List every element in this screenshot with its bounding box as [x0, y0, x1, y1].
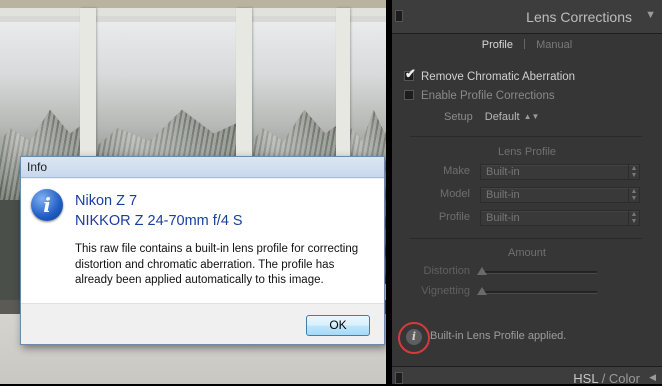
setup-label: Setup	[444, 111, 473, 123]
tab-separator	[524, 39, 526, 49]
profile-field: Profile Built-in ▲ ▼	[392, 210, 662, 226]
profile-dropdown[interactable]: Built-in ▲ ▼	[480, 210, 640, 226]
make-field: Make Built-in ▲ ▼	[392, 164, 662, 180]
vignetting-slider-thumb[interactable]	[477, 287, 487, 295]
profile-status: i Built-in Lens Profile applied.	[392, 318, 662, 358]
section-divider	[410, 238, 642, 239]
remove-ca-label: Remove Chromatic Aberration	[421, 71, 576, 83]
model-field: Model Built-in ▲ ▼	[392, 187, 662, 203]
setup-value: Default	[484, 111, 520, 123]
vignetting-slider-row: Vignetting	[392, 285, 662, 299]
lens-corrections-panel: Lens Corrections ▼ Profile Manual ✔ Remov…	[392, 0, 662, 386]
panel-title: Lens Corrections	[526, 9, 632, 25]
distortion-slider-thumb[interactable]	[477, 267, 487, 275]
enable-profile-row[interactable]: Enable Profile Corrections	[404, 89, 555, 103]
panel-toggle-switch[interactable]	[395, 372, 403, 384]
updown-arrow-icon: ▲▼	[628, 211, 639, 225]
remove-ca-checkbox[interactable]: ✔	[404, 67, 416, 81]
tab-profile[interactable]: Profile	[482, 39, 513, 51]
camera-name: Nikon Z 7	[75, 193, 138, 209]
updown-arrow-icon: ▲▼	[523, 112, 540, 121]
updown-arrow-icon: ▲▼	[628, 165, 639, 179]
info-icon: i	[406, 329, 422, 345]
expand-arrow-icon[interactable]: ◀	[649, 372, 656, 383]
distortion-slider-row: Distortion	[392, 265, 662, 279]
lens-profile-heading: Lens Profile	[497, 146, 557, 158]
tab-manual[interactable]: Manual	[536, 39, 572, 51]
distortion-label: Distortion	[423, 265, 470, 277]
enable-profile-label: Enable Profile Corrections	[421, 90, 555, 102]
profile-label: Profile	[438, 211, 470, 223]
amount-heading: Amount	[508, 247, 546, 259]
info-dialog: Info i Nikon Z 7 NIKKOR Z 24-70mm f/4 S …	[20, 156, 385, 345]
lens-name: NIKKOR Z 24-70mm f/4 S	[75, 213, 243, 229]
dialog-body: i Nikon Z 7 NIKKOR Z 24-70mm f/4 S This …	[21, 179, 384, 303]
make-label: Make	[443, 165, 470, 177]
vignetting-label: Vignetting	[421, 285, 470, 297]
dialog-message: This raw file contains a built-in lens p…	[75, 243, 359, 286]
updown-arrow-icon: ▲▼	[628, 188, 639, 202]
dialog-footer: OK	[21, 303, 384, 344]
section-divider	[410, 136, 642, 137]
panel-tabs: Profile Manual	[392, 39, 662, 51]
dialog-heading: Nikon Z 7 NIKKOR Z 24-70mm f/4 S	[75, 191, 243, 231]
remove-ca-row[interactable]: ✔ Remove Chromatic Aberration	[404, 67, 576, 84]
info-icon: i	[31, 189, 63, 221]
make-dropdown[interactable]: Built-in ▲ ▼	[480, 164, 640, 180]
model-value: Built-in	[486, 189, 520, 201]
distortion-slider[interactable]	[482, 271, 597, 274]
status-text: Built-in Lens Profile applied.	[430, 330, 567, 342]
panel-toggle-switch[interactable]	[395, 10, 403, 22]
window-frame	[0, 8, 386, 16]
make-value: Built-in	[486, 166, 520, 178]
ok-button[interactable]: OK	[306, 315, 370, 336]
profile-value: Built-in	[486, 212, 520, 224]
setup-row: Setup Default ▲▼	[444, 111, 539, 123]
dialog-title: Info	[21, 157, 384, 178]
checkmark-icon: ✔	[405, 66, 416, 81]
panel-header[interactable]: Lens Corrections ▼	[392, 0, 662, 34]
model-label: Model	[440, 188, 470, 200]
vignetting-slider[interactable]	[482, 291, 597, 294]
enable-profile-checkbox[interactable]	[404, 90, 414, 100]
next-panel-header[interactable]: HSL / Color ◀	[392, 366, 662, 386]
model-dropdown[interactable]: Built-in ▲ ▼	[480, 187, 640, 203]
collapse-arrow-icon[interactable]: ▼	[645, 9, 656, 21]
setup-dropdown[interactable]: Default ▲▼	[485, 111, 540, 123]
